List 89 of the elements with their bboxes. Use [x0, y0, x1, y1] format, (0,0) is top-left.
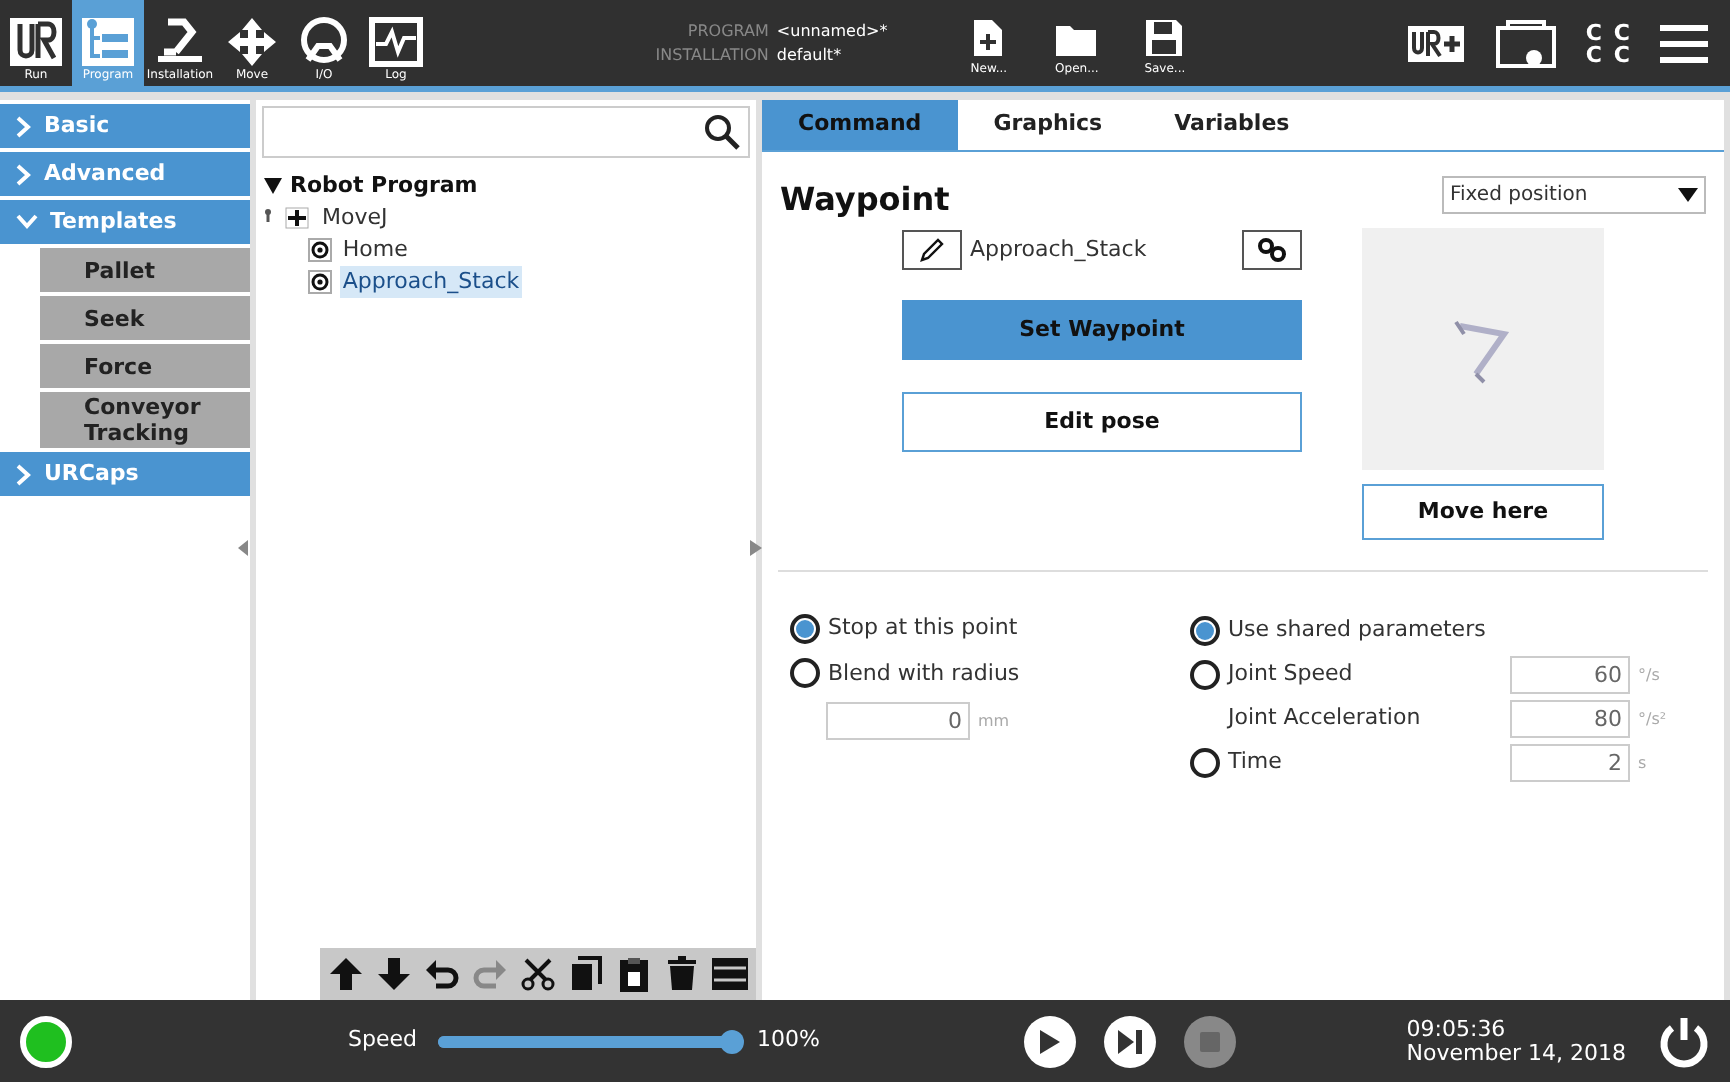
link-button[interactable] — [1242, 230, 1302, 270]
set-waypoint-button[interactable]: Set Waypoint — [902, 300, 1302, 360]
play-button[interactable] — [1023, 1015, 1076, 1067]
option-label: Blend with radius — [828, 657, 1020, 689]
power-icon[interactable] — [1658, 1015, 1710, 1067]
option-label: Joint Speed — [1228, 658, 1355, 691]
radio-button[interactable] — [1190, 616, 1220, 646]
step-button[interactable] — [1103, 1015, 1156, 1067]
program-tree-icon — [80, 16, 136, 68]
pencil-icon — [918, 236, 946, 264]
triangle-down-icon[interactable] — [264, 178, 282, 194]
play-icon — [1039, 1029, 1060, 1053]
waypoint-name: Approach_Stack — [970, 233, 1147, 266]
option-label: Joint Acceleration — [1228, 702, 1423, 735]
unit-label: °/s — [1638, 663, 1662, 687]
template-item[interactable]: Force — [40, 344, 250, 388]
search-icon[interactable] — [704, 114, 740, 150]
chevron-right-icon — [16, 163, 32, 185]
tree-node[interactable]: MoveJ — [320, 202, 390, 234]
move-node-icon — [264, 206, 312, 230]
status-letter: C — [1585, 43, 1602, 65]
unit-label: mm — [978, 709, 1012, 733]
undo-icon[interactable] — [424, 956, 460, 992]
move-arrows-icon — [224, 16, 280, 68]
radio-button[interactable] — [790, 658, 820, 689]
clipboard-icon[interactable] — [616, 956, 652, 992]
chevron-down-icon — [16, 214, 38, 230]
waypoint-icon — [308, 270, 333, 294]
status-letter: C — [1613, 21, 1630, 43]
clock-time: 09:05:36 — [1406, 1017, 1508, 1041]
radio-button[interactable] — [790, 613, 820, 644]
panel-title: Waypoint — [780, 178, 950, 222]
chevron-right-icon — [16, 115, 32, 137]
tree-node[interactable]: Home — [340, 234, 410, 266]
field-label: INSTALLATION — [653, 43, 769, 67]
search-field[interactable] — [262, 106, 750, 158]
edit-pose-button[interactable]: Edit pose — [902, 392, 1302, 452]
move-here-button[interactable]: Move here — [1362, 484, 1604, 540]
scissors-icon[interactable] — [520, 956, 556, 992]
number-field[interactable]: 80 — [1510, 700, 1630, 738]
clock-date: November 14, 2018 — [1406, 1041, 1626, 1065]
status-letter: C — [1585, 21, 1602, 43]
rename-button[interactable] — [902, 230, 962, 270]
speed-label: Speed — [348, 1024, 417, 1057]
caret-icon — [1678, 188, 1698, 202]
robot-arm-icon — [152, 16, 208, 68]
field-value: <unnamed>* — [776, 19, 890, 43]
panel-tab[interactable]: Command — [762, 100, 958, 150]
copy-icon[interactable] — [568, 956, 604, 992]
chart-icon — [368, 16, 424, 68]
option-label: Time — [1228, 746, 1284, 779]
waypoint-icon — [308, 238, 333, 262]
field-value: default* — [776, 43, 844, 67]
arrow-down-icon[interactable] — [376, 956, 412, 992]
status-letter: C — [1613, 43, 1630, 65]
unit-label: s — [1638, 751, 1649, 775]
trash-icon[interactable] — [664, 956, 700, 992]
speed-reading: 100% — [756, 1024, 820, 1057]
template-item[interactable]: Pallet — [40, 248, 250, 292]
logo-icon — [8, 16, 64, 68]
stop-icon — [1199, 1031, 1220, 1051]
new-file-icon — [972, 18, 1005, 58]
screen-pointer-icon[interactable] — [1493, 17, 1558, 69]
tree-node[interactable]: Approach_Stack — [340, 266, 522, 298]
menu-icon[interactable] — [1658, 21, 1710, 65]
step-forward-icon — [1117, 1029, 1142, 1053]
position-dropdown[interactable]: Fixed position — [1442, 176, 1706, 214]
collapse-handle-icon[interactable] — [238, 540, 250, 556]
robot-status-indicator[interactable] — [20, 1015, 72, 1067]
stop-button[interactable] — [1183, 1015, 1236, 1067]
unit-label: °/s² — [1638, 707, 1669, 731]
number-field[interactable]: 0 — [826, 702, 970, 740]
folder-icon — [1054, 22, 1099, 58]
template-item[interactable]: Conveyor Tracking — [40, 392, 250, 448]
radio-button[interactable] — [1190, 660, 1220, 690]
number-field[interactable]: 2 — [1510, 744, 1630, 782]
tree-node[interactable]: Robot Program — [290, 170, 478, 202]
toggle-list-icon[interactable] — [712, 956, 748, 992]
option-label: Stop at this point — [828, 612, 1018, 644]
number-field[interactable]: 60 — [1510, 656, 1630, 694]
dial-icon — [296, 16, 352, 68]
field-label: PROGRAM — [685, 19, 769, 43]
template-item[interactable]: Seek — [40, 296, 250, 340]
chain-link-icon — [1256, 236, 1288, 264]
option-label: Use shared parameters — [1228, 614, 1488, 647]
chevron-right-icon — [16, 463, 32, 485]
radio-button[interactable] — [1190, 748, 1220, 778]
logo-plus-icon[interactable] — [1405, 23, 1466, 63]
arrow-up-icon[interactable] — [328, 956, 364, 992]
